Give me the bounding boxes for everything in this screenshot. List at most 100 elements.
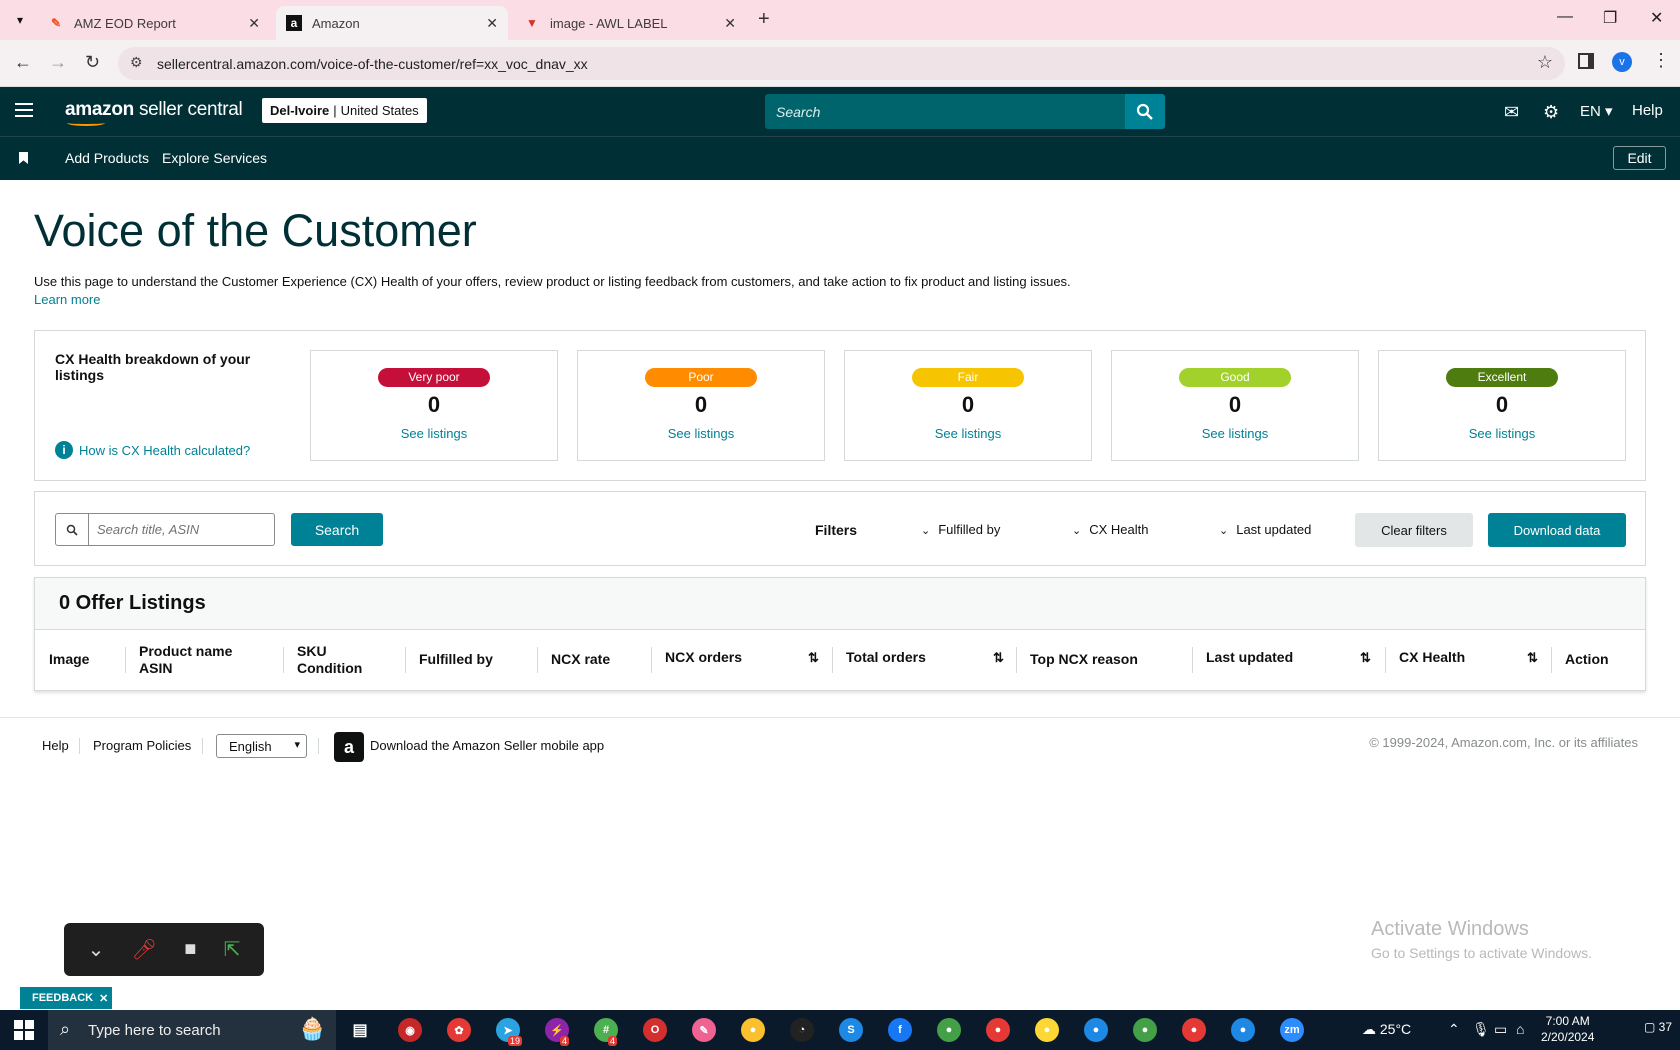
cx-card-good: Good 0 See listings xyxy=(1111,350,1359,461)
feedback-label: FEEDBACK xyxy=(32,992,94,1004)
paint-icon[interactable]: ✎ xyxy=(692,1018,716,1042)
new-tab-icon[interactable]: + xyxy=(758,8,770,31)
sort-icon[interactable]: ⇅ xyxy=(808,650,819,666)
edit-button[interactable]: Edit xyxy=(1613,146,1666,170)
chrome-icon[interactable]: ● xyxy=(1182,1018,1206,1042)
tab-search-icon[interactable]: ▾ xyxy=(10,10,30,30)
learn-more-link[interactable]: Learn more xyxy=(34,292,100,307)
column-divider xyxy=(832,647,833,673)
page-title: Voice of the Customer xyxy=(34,205,477,256)
last-updated-dropdown[interactable]: ⌄ Last updated xyxy=(1219,522,1311,537)
site-info-icon[interactable]: ⚙ xyxy=(130,54,143,71)
see-listings-link[interactable]: See listings xyxy=(311,426,557,441)
see-listings-link[interactable]: See listings xyxy=(1112,426,1358,441)
tab-amazon[interactable]: a Amazon ✕ xyxy=(276,6,508,40)
language-selector[interactable]: EN ▾ xyxy=(1580,102,1613,120)
bookmark-star-icon[interactable]: ☆ xyxy=(1537,52,1553,73)
tab-image-awl-label[interactable]: ▼ image - AWL LABEL ✕ xyxy=(514,6,746,40)
chrome-icon[interactable]: ● xyxy=(1133,1018,1157,1042)
window-close-icon[interactable]: ✕ xyxy=(1650,8,1663,28)
cloud-icon: ☁ xyxy=(1362,1021,1376,1037)
help-link[interactable]: Help xyxy=(1632,102,1663,119)
amazon-app-icon[interactable]: a xyxy=(334,732,364,762)
store-name: Del-Ivoire xyxy=(270,103,330,118)
notifications-icon[interactable]: ▢ 37 xyxy=(1644,1020,1672,1034)
sort-icon[interactable]: ⇅ xyxy=(1360,650,1371,666)
store-switcher[interactable]: Del-Ivoire | United States xyxy=(262,98,427,123)
forward-icon[interactable]: → xyxy=(49,52,67,73)
browser-menu-icon[interactable]: ⋮ xyxy=(1652,50,1670,71)
close-icon[interactable]: ✕ xyxy=(486,15,498,32)
task-view-icon[interactable]: ▤ xyxy=(348,1018,372,1042)
cx-health-dropdown[interactable]: ⌄ CX Health xyxy=(1072,522,1148,537)
col-top-ncx-reason: Top NCX reason xyxy=(1030,651,1138,667)
app-icon[interactable]: ✿ xyxy=(447,1018,471,1042)
fulfilled-by-dropdown[interactable]: ⌄ Fulfilled by xyxy=(921,522,1000,537)
chrome-icon[interactable]: ● xyxy=(1035,1018,1059,1042)
mail-icon[interactable]: ✉ xyxy=(1504,102,1519,123)
reload-icon[interactable]: ↻ xyxy=(85,52,100,73)
footer-language-select[interactable]: English ▾ xyxy=(216,734,307,758)
restore-icon[interactable]: ❐ xyxy=(1603,8,1617,28)
app-icon[interactable]: ◉ xyxy=(398,1018,422,1042)
share-screen-icon[interactable]: ⇱ xyxy=(224,937,241,962)
facebook-icon[interactable]: f xyxy=(888,1018,912,1042)
sort-icon[interactable]: ⇅ xyxy=(993,650,1004,666)
gear-icon[interactable]: ⚙ xyxy=(1543,102,1559,123)
footer-help-link[interactable]: Help xyxy=(42,738,69,753)
search-icon: ⌕ xyxy=(60,1019,71,1039)
opera-icon[interactable]: O xyxy=(643,1018,667,1042)
cx-health-how-link[interactable]: i How is CX Health calculated? xyxy=(55,441,250,459)
chevron-down-icon[interactable]: ⌄ xyxy=(88,937,105,962)
header-search-input[interactable]: Search xyxy=(765,94,1125,129)
chrome-icon[interactable]: ● xyxy=(937,1018,961,1042)
camera-icon[interactable]: ■ xyxy=(184,938,196,961)
url-field[interactable]: ⚙ sellercentral.amazon.com/voice-of-the-… xyxy=(118,47,1565,80)
profile-avatar[interactable]: v xyxy=(1612,52,1632,72)
download-data-button[interactable]: Download data xyxy=(1488,513,1626,547)
close-icon[interactable]: ✕ xyxy=(248,15,260,32)
program-policies-link[interactable]: Program Policies xyxy=(93,738,191,753)
minimize-icon[interactable]: — xyxy=(1557,8,1573,26)
bookmark-icon[interactable] xyxy=(19,152,28,164)
download-app-link[interactable]: Download the Amazon Seller mobile app xyxy=(370,738,604,753)
display-icon[interactable]: ▭ xyxy=(1494,1021,1507,1038)
tab-amz-eod-report[interactable]: ✎ AMZ EOD Report ✕ xyxy=(38,6,270,40)
chrome-icon[interactable]: ● xyxy=(986,1018,1010,1042)
sort-icon[interactable]: ⇅ xyxy=(1527,650,1538,666)
seller-central-logo[interactable]: amazon seller central xyxy=(65,99,243,126)
skype-icon[interactable]: S xyxy=(839,1018,863,1042)
clear-filters-button[interactable]: Clear filters xyxy=(1355,513,1473,547)
close-icon[interactable]: ✕ xyxy=(724,15,736,32)
chrome-icon[interactable]: ● xyxy=(1084,1018,1108,1042)
chrome-icon[interactable]: ● xyxy=(1231,1018,1255,1042)
col-sku: SKU Condition xyxy=(297,643,363,676)
see-listings-link[interactable]: See listings xyxy=(845,426,1091,441)
chevron-up-icon[interactable]: ⌃ xyxy=(1448,1021,1460,1038)
nav-add-products[interactable]: Add Products xyxy=(65,150,149,166)
zoom-icon[interactable]: zm xyxy=(1280,1018,1304,1042)
close-icon[interactable]: ✕ xyxy=(99,992,108,1005)
mic-icon[interactable]: 🎙︎ xyxy=(1472,1021,1490,1038)
see-listings-link[interactable]: See listings xyxy=(1379,426,1625,441)
weather-widget[interactable]: ☁ 25°C xyxy=(1362,1021,1411,1038)
footer-divider xyxy=(318,738,319,754)
listing-search-input[interactable]: Search title, ASIN xyxy=(89,513,275,546)
clock-app-icon[interactable]: ◔ xyxy=(790,1018,814,1042)
search-button[interactable]: Search xyxy=(291,513,383,546)
see-listings-link[interactable]: See listings xyxy=(578,426,824,441)
col-cx-health: CX Health xyxy=(1399,649,1466,665)
windows-start-icon[interactable] xyxy=(14,1020,34,1040)
feedback-button[interactable]: FEEDBACK ✕ xyxy=(20,987,112,1009)
nav-explore-services[interactable]: Explore Services xyxy=(162,150,267,166)
mic-muted-icon[interactable]: 🎤︎ xyxy=(132,937,157,962)
header-search-button[interactable] xyxy=(1125,94,1165,129)
taskbar-search-input[interactable]: ⌕ Type here to search 🧁 xyxy=(48,1010,336,1050)
hamburger-menu-icon[interactable] xyxy=(15,103,33,117)
taskbar-clock[interactable]: 7:00 AM 2/20/2024 xyxy=(1541,1013,1594,1045)
side-panel-icon[interactable] xyxy=(1578,53,1594,69)
network-icon[interactable]: ⌂ xyxy=(1516,1021,1524,1037)
back-icon[interactable]: ← xyxy=(14,52,32,73)
cx-card-fair: Fair 0 See listings xyxy=(844,350,1092,461)
chrome-icon[interactable]: ● xyxy=(741,1018,765,1042)
